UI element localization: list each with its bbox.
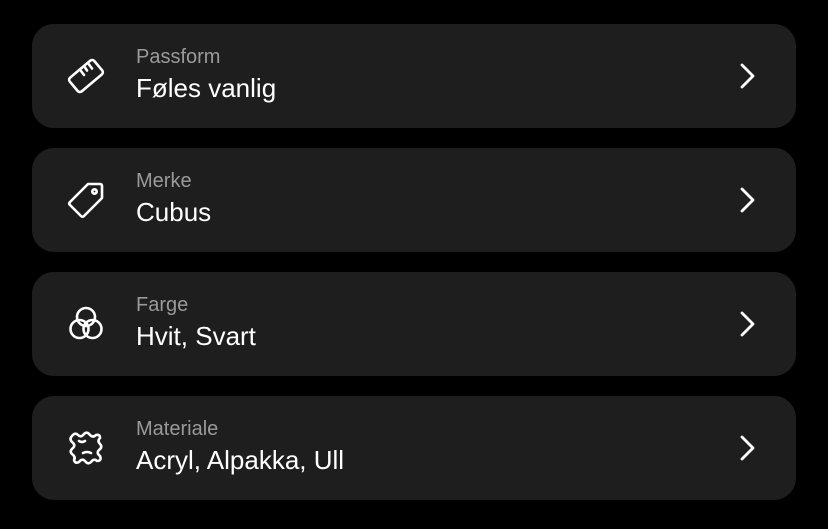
attribute-label: Farge bbox=[136, 294, 189, 316]
fabric-swatch-icon bbox=[64, 426, 108, 470]
chevron-right-icon bbox=[734, 432, 760, 464]
attribute-row-color[interactable]: Farge Hvit, Svart bbox=[32, 272, 796, 376]
attribute-value: Hvit, Svart bbox=[136, 321, 256, 351]
chevron-right-icon bbox=[734, 308, 760, 340]
attribute-label: Materiale bbox=[136, 418, 219, 440]
tag-icon bbox=[64, 178, 108, 222]
attribute-row-fit[interactable]: Passform Føles vanlig bbox=[32, 24, 796, 128]
color-circles-icon bbox=[64, 302, 108, 346]
product-attributes-list: Passform Føles vanlig Merke Cubus Farge … bbox=[0, 0, 828, 529]
chevron-right-icon bbox=[734, 60, 760, 92]
ruler-icon bbox=[64, 54, 108, 98]
attribute-label: Passform bbox=[136, 46, 221, 68]
attribute-value: Føles vanlig bbox=[136, 73, 277, 103]
attribute-row-brand[interactable]: Merke Cubus bbox=[32, 148, 796, 252]
attribute-row-material[interactable]: Materiale Acryl, Alpakka, Ull bbox=[32, 396, 796, 500]
attribute-value: Acryl, Alpakka, Ull bbox=[136, 445, 345, 475]
chevron-right-icon bbox=[734, 184, 760, 216]
attribute-value: Cubus bbox=[136, 197, 212, 227]
attribute-label: Merke bbox=[136, 170, 192, 192]
